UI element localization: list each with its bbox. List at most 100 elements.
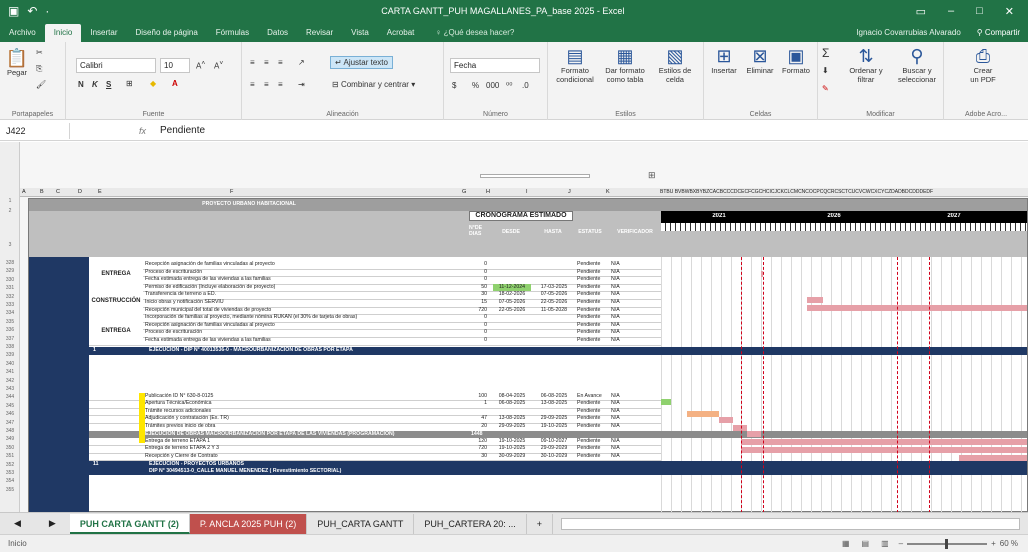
thousands-button[interactable]: 000: [486, 81, 499, 90]
task-status[interactable]: Pendiente: [577, 445, 607, 452]
task-verifier[interactable]: N/A: [611, 329, 631, 336]
align-middle-icon[interactable]: ≡: [264, 58, 269, 67]
task-start[interactable]: 11-12-2024: [493, 283, 531, 291]
format-cells-button[interactable]: ▣ Formato: [778, 46, 814, 75]
task-end[interactable]: 29-09-2025: [535, 415, 573, 422]
row-header[interactable]: 352: [0, 462, 20, 468]
tab-inicio[interactable]: Inicio: [44, 24, 82, 42]
task-verifier[interactable]: N/A: [611, 261, 631, 268]
row-header[interactable]: 354: [0, 478, 20, 484]
row-header[interactable]: 328: [0, 260, 20, 266]
task-days[interactable]: 20: [471, 423, 487, 430]
format-painter-icon[interactable]: 🖌: [36, 80, 46, 89]
cut-icon[interactable]: ✂: [36, 48, 43, 57]
sheet-tab-carta-gantt[interactable]: PUH_CARTA GANTT: [307, 513, 415, 534]
task-end[interactable]: 29-09-2029: [535, 445, 573, 452]
row-header[interactable]: 3: [0, 242, 20, 248]
task-verifier[interactable]: N/A: [611, 423, 631, 430]
page-layout-icon[interactable]: ▤: [856, 539, 876, 548]
row-header[interactable]: 340: [0, 361, 20, 367]
task-status[interactable]: Pendiente: [577, 438, 607, 445]
row-header[interactable]: 355: [0, 487, 20, 493]
row-header[interactable]: 345: [0, 403, 20, 409]
task-status[interactable]: En Avance: [577, 393, 607, 400]
task-verifier[interactable]: N/A: [611, 438, 631, 445]
row-header[interactable]: 347: [0, 420, 20, 426]
task-description[interactable]: Entrega de terreno ETAPA 1: [145, 438, 465, 445]
task-verifier[interactable]: N/A: [611, 307, 631, 314]
tell-me-box[interactable]: ♀ ¿Qué desea hacer?: [423, 24, 514, 42]
task-days[interactable]: 0: [471, 322, 487, 329]
create-pdf-button[interactable]: ⎙ Crear un PDF: [958, 46, 1008, 84]
row-header[interactable]: 329: [0, 268, 20, 274]
task-status[interactable]: Pendiente: [577, 408, 607, 415]
autosum-icon[interactable]: Σ: [822, 46, 829, 60]
task-start[interactable]: 19-10-2025: [493, 438, 531, 445]
user-name[interactable]: Ignacio Covarrubias Alvarado: [856, 24, 969, 42]
row-header[interactable]: 332: [0, 294, 20, 300]
font-color-icon[interactable]: A: [172, 79, 178, 88]
row-header[interactable]: 353: [0, 470, 20, 476]
task-description[interactable]: Transferencia de terreno a ED.: [145, 291, 465, 298]
task-description[interactable]: Recepción asignación de familias vincula…: [145, 261, 465, 268]
task-days[interactable]: 30: [471, 453, 487, 460]
align-center-icon[interactable]: ≡: [264, 80, 269, 89]
ribbon-display-icon[interactable]: ▭: [916, 5, 926, 18]
task-verifier[interactable]: N/A: [611, 269, 631, 276]
sheet-tab-carta-gantt-2[interactable]: PUH CARTA GANTT (2): [69, 513, 190, 534]
find-select-button[interactable]: ⚲ Buscar y seleccionar: [892, 46, 942, 84]
gantt-sheet[interactable]: PROYECTO URBANO HABITACIONAL CRONOGRAMA …: [28, 198, 1028, 512]
task-start[interactable]: 22-05-2026: [493, 307, 531, 314]
align-top-icon[interactable]: ≡: [250, 58, 255, 67]
share-button[interactable]: ⚲ Compartir: [969, 24, 1028, 42]
tab-revisar[interactable]: Revisar: [297, 24, 342, 42]
fill-color-icon[interactable]: ◆: [150, 79, 156, 88]
task-status[interactable]: Pendiente: [577, 400, 607, 407]
task-verifier[interactable]: N/A: [611, 415, 631, 422]
zoom-in-icon[interactable]: +: [987, 539, 1000, 548]
task-days[interactable]: 120: [471, 438, 487, 445]
formula-input[interactable]: Pendiente: [154, 125, 205, 136]
task-days[interactable]: 47: [471, 415, 487, 422]
task-description[interactable]: Publicación ID N° 630-8-0125: [145, 393, 465, 400]
task-description[interactable]: Fecha estimada entrega de las viviendas …: [145, 337, 465, 344]
row-header[interactable]: 349: [0, 436, 20, 442]
column-header-6[interactable]: G: [462, 189, 466, 195]
task-days[interactable]: 0: [471, 337, 487, 344]
task-status[interactable]: Pendiente: [577, 291, 607, 298]
column-header-0[interactable]: A: [22, 189, 26, 195]
task-days[interactable]: 0: [471, 269, 487, 276]
row-header[interactable]: 348: [0, 428, 20, 434]
task-status[interactable]: Pendiente: [577, 322, 607, 329]
currency-button[interactable]: $: [452, 81, 456, 90]
number-format-select[interactable]: Fecha: [450, 58, 540, 73]
wrap-text-button[interactable]: ↵ Ajustar texto: [330, 56, 393, 69]
task-verifier[interactable]: N/A: [611, 299, 631, 306]
task-start[interactable]: 19-10-2025: [493, 445, 531, 452]
row-header[interactable]: 343: [0, 386, 20, 392]
zoom-level[interactable]: 60 %: [1000, 539, 1028, 548]
column-header-9[interactable]: J: [568, 189, 571, 195]
fx-icon[interactable]: fx: [70, 126, 154, 136]
copy-icon[interactable]: ⎘: [36, 64, 42, 74]
task-days[interactable]: 0: [471, 276, 487, 283]
name-box[interactable]: J422: [0, 122, 70, 139]
task-days[interactable]: 30: [471, 291, 487, 298]
shrink-font-icon[interactable]: A˅: [214, 60, 223, 71]
task-verifier[interactable]: N/A: [611, 284, 631, 291]
row-header[interactable]: 333: [0, 302, 20, 308]
task-verifier[interactable]: N/A: [611, 408, 631, 415]
expand-icon[interactable]: ⊞: [648, 170, 656, 181]
fill-icon[interactable]: ⬇: [822, 66, 829, 75]
task-start[interactable]: 13-08-2025: [493, 415, 531, 422]
row-header[interactable]: 1: [0, 198, 20, 204]
task-end[interactable]: 13-08-2025: [535, 400, 573, 407]
row-header[interactable]: 339: [0, 352, 20, 358]
clear-icon[interactable]: ✎: [822, 84, 829, 93]
task-start[interactable]: 06-08-2025: [493, 400, 531, 407]
task-end[interactable]: 11-05-2028: [535, 307, 573, 314]
task-verifier[interactable]: N/A: [611, 393, 631, 400]
task-end[interactable]: 06-08-2025: [535, 393, 573, 400]
task-days[interactable]: 15: [471, 299, 487, 306]
column-header-5[interactable]: F: [230, 189, 233, 195]
